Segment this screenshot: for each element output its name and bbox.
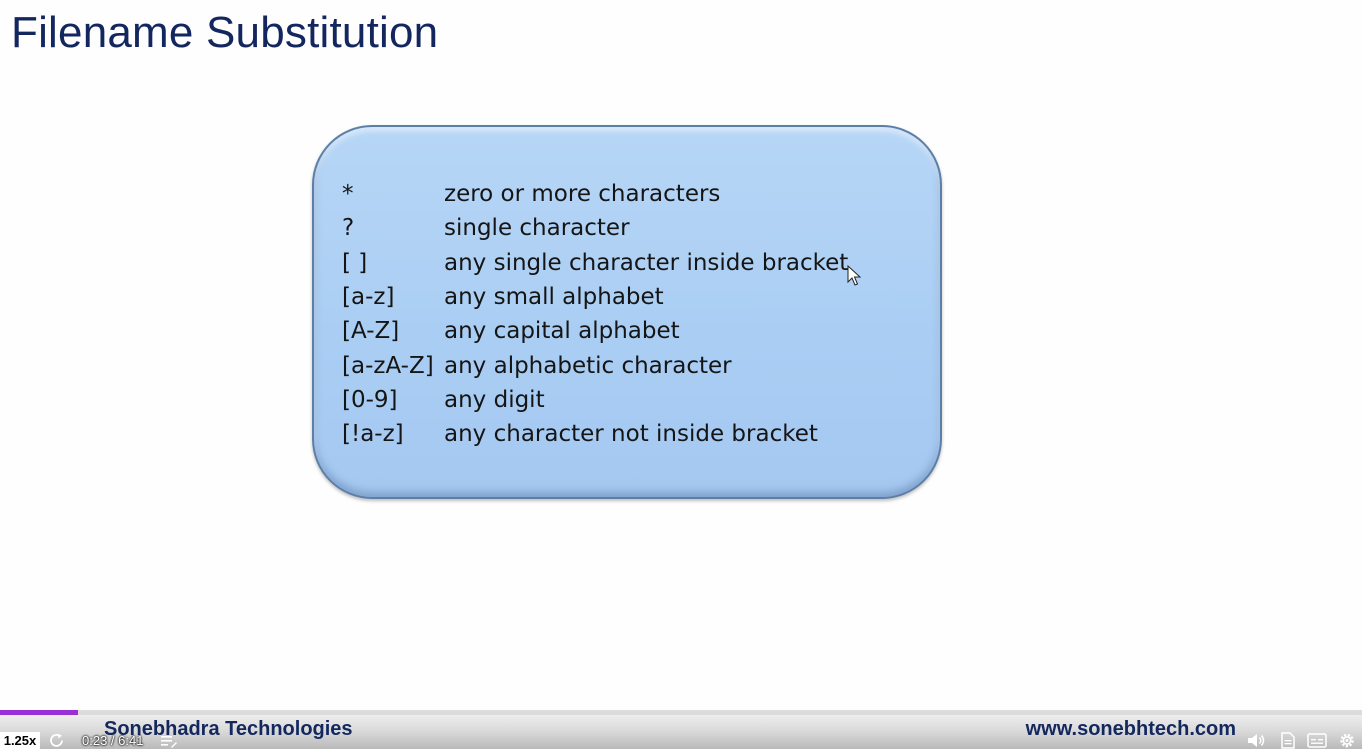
pattern-description: any small alphabet xyxy=(444,284,664,311)
pattern-symbol: [0-9] xyxy=(342,386,398,413)
slide: Filename Substitution * zero or more cha… xyxy=(0,0,1362,749)
pattern-list: * zero or more characters ? single chara… xyxy=(342,177,848,451)
settings-icon[interactable] xyxy=(1337,732,1357,749)
player-control-bar: Sonebhadra Technologies www.sonebhtech.c… xyxy=(0,710,1362,749)
replay-icon[interactable] xyxy=(48,732,66,749)
pattern-symbol: [A-Z] xyxy=(342,318,400,345)
slide-title: Filename Substitution xyxy=(11,8,439,57)
pattern-symbol: * xyxy=(342,181,354,208)
pattern-row: [0-9] any digit xyxy=(342,383,848,417)
time-display: 0:23 / 6:41 xyxy=(82,733,144,748)
pattern-symbol: [a-z] xyxy=(342,284,395,311)
footer-website: www.sonebhtech.com xyxy=(1025,718,1236,740)
pattern-description: single character xyxy=(444,215,630,242)
pattern-description: any capital alphabet xyxy=(444,318,680,345)
pattern-description: zero or more characters xyxy=(444,181,721,208)
pattern-description: any character not inside bracket xyxy=(444,421,818,448)
pattern-symbol: [a-zA-Z] xyxy=(342,352,434,379)
pattern-row: [a-z] any small alphabet xyxy=(342,280,848,314)
pattern-row: ? single character xyxy=(342,211,848,245)
mouse-cursor-icon xyxy=(847,265,861,286)
pattern-description: any alphabetic character xyxy=(444,352,732,379)
pattern-symbol: [ ] xyxy=(342,249,368,276)
captions-icon[interactable] xyxy=(1307,732,1327,749)
pattern-box: * zero or more characters ? single chara… xyxy=(312,125,942,499)
pattern-description: any digit xyxy=(444,386,545,413)
chapters-icon[interactable] xyxy=(160,734,178,749)
pattern-row: * zero or more characters xyxy=(342,177,848,211)
progress-bar-fill xyxy=(0,710,78,715)
pattern-row: [ ] any single character inside bracket xyxy=(342,246,848,280)
pattern-symbol: [!a-z] xyxy=(342,421,404,448)
pattern-symbol: ? xyxy=(342,215,355,242)
playback-speed-button[interactable]: 1.25x xyxy=(0,732,40,749)
notes-icon[interactable] xyxy=(1278,732,1298,749)
pattern-row: [!a-z] any character not inside bracket xyxy=(342,417,848,451)
progress-bar[interactable] xyxy=(0,710,1362,715)
pattern-description: any single character inside bracket xyxy=(444,249,849,276)
pattern-row: [a-zA-Z] any alphabetic character xyxy=(342,348,848,382)
volume-icon[interactable] xyxy=(1246,732,1266,749)
pattern-row: [A-Z] any capital alphabet xyxy=(342,314,848,348)
